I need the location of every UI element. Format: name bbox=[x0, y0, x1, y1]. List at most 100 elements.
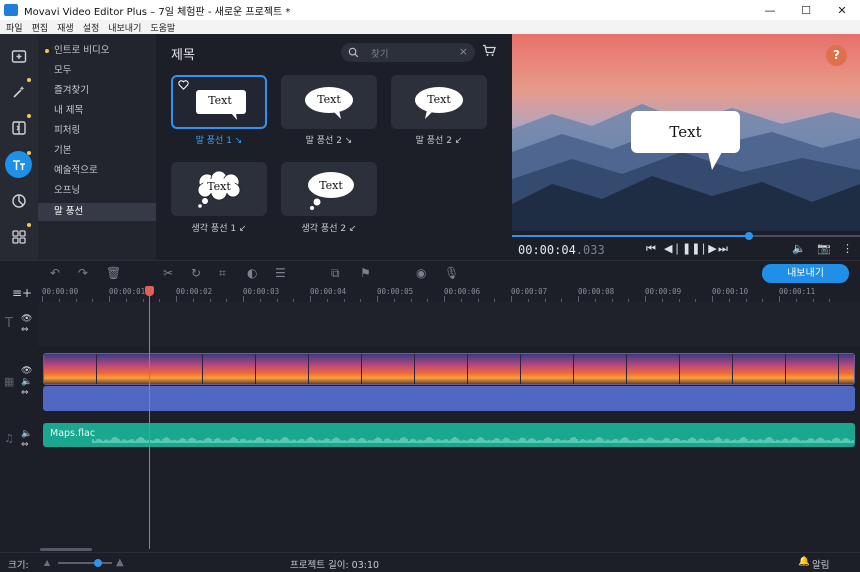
marker-flag-icon[interactable]: ⚑ bbox=[360, 266, 371, 280]
volume-icon[interactable]: 🔈 bbox=[792, 242, 806, 255]
category-artistic[interactable]: 예술적으로 bbox=[38, 162, 156, 180]
ruler-label: 00:00:10 bbox=[712, 287, 749, 296]
more-options-icon[interactable]: ⋮ bbox=[842, 242, 853, 255]
app-icon bbox=[4, 4, 18, 16]
playhead-handle[interactable] bbox=[145, 286, 154, 296]
category-all[interactable]: 모두 bbox=[38, 62, 156, 80]
title-tile-speech-bubble-1[interactable]: Text bbox=[171, 75, 267, 129]
category-my-titles[interactable]: 내 제목 bbox=[38, 102, 156, 120]
favorite-heart-icon[interactable] bbox=[178, 80, 189, 90]
crop-icon[interactable]: ⌗ bbox=[219, 266, 226, 281]
category-basic[interactable]: 기본 bbox=[38, 142, 156, 160]
color-adjust-icon[interactable]: ◐ bbox=[247, 266, 257, 280]
title-tile-speech-bubble-2-left[interactable]: Text bbox=[391, 75, 487, 129]
category-favorites[interactable]: 즐겨찾기 bbox=[38, 82, 156, 100]
record-webcam-icon[interactable]: ◉ bbox=[416, 266, 426, 280]
title-track[interactable] bbox=[38, 302, 860, 347]
menu-playback[interactable]: 재생 bbox=[57, 21, 74, 34]
title-bar: Movavi Video Editor Plus – 7일 체험판 - 새로운 … bbox=[0, 0, 860, 20]
music-clip[interactable]: Maps.flac bbox=[43, 423, 855, 447]
more-tools-button[interactable] bbox=[5, 223, 32, 250]
category-speech-bubbles[interactable]: 말 풍선 bbox=[38, 203, 156, 221]
next-frame-icon[interactable]: ❘▶ bbox=[699, 242, 717, 255]
pause-icon[interactable]: ❚❚ bbox=[682, 242, 700, 255]
zoom-in-icon[interactable]: ▲ bbox=[116, 557, 124, 568]
title-tile-speech-bubble-2-right[interactable]: Text bbox=[281, 75, 377, 129]
preview-bubble-text: Text bbox=[669, 123, 702, 141]
tile-text: Text bbox=[317, 93, 341, 106]
link-icon[interactable]: ⇔ bbox=[21, 325, 29, 335]
zoom-slider-handle[interactable] bbox=[94, 559, 102, 567]
more-tools-icon bbox=[11, 229, 26, 244]
add-track-icon[interactable]: ≡+ bbox=[12, 286, 32, 300]
title-tile-thought-bubble-1[interactable]: Text bbox=[171, 162, 267, 216]
preview-scrubber[interactable] bbox=[512, 232, 860, 240]
music-clip-name: Maps.flac bbox=[50, 428, 96, 439]
filters-button[interactable] bbox=[5, 187, 32, 214]
new-badge bbox=[27, 114, 31, 118]
titles-button[interactable] bbox=[5, 151, 32, 178]
zoom-slider[interactable] bbox=[58, 559, 112, 567]
snapshot-camera-icon[interactable]: 📷 bbox=[817, 242, 831, 255]
skip-to-end-icon[interactable]: ⏭ bbox=[718, 242, 728, 256]
clip-thumbnail bbox=[44, 354, 97, 384]
transitions-button[interactable] bbox=[5, 114, 32, 141]
timeline-ruler[interactable]: ≡+ 00:00:00 00:00:01 00:00:02 00:00:03 0… bbox=[0, 284, 860, 302]
menu-edit[interactable]: 편집 bbox=[32, 21, 49, 34]
timeline-scrollbar[interactable] bbox=[40, 548, 92, 551]
bell-icon[interactable]: 🔔 bbox=[798, 556, 810, 567]
ruler-label: 00:00:04 bbox=[310, 287, 347, 296]
visibility-eye-icon[interactable]: 👁 bbox=[21, 314, 32, 324]
undo-icon[interactable]: ↶ bbox=[50, 266, 60, 280]
clear-search-icon[interactable]: × bbox=[459, 45, 468, 58]
notifications-label[interactable]: 알림 bbox=[812, 557, 829, 571]
mute-speaker-icon[interactable]: 🔈 bbox=[21, 377, 32, 387]
title-tile-thought-bubble-2[interactable]: Text bbox=[281, 162, 377, 216]
title-categories: 인트로 비디오 모두 즐겨찾기 내 제목 피처링 기본 예술적으로 오프닝 말 … bbox=[38, 34, 156, 260]
link-icon[interactable]: ⇔ bbox=[21, 388, 29, 398]
mute-speaker-icon[interactable]: 🔈 bbox=[21, 429, 32, 439]
category-opening[interactable]: 오프닝 bbox=[38, 182, 156, 200]
delete-icon[interactable]: 🗑 bbox=[106, 266, 121, 280]
menu-help[interactable]: 도움말 bbox=[150, 21, 175, 34]
video-clip-audio[interactable] bbox=[43, 386, 855, 411]
scrubber-handle[interactable] bbox=[744, 232, 753, 240]
menu-file[interactable]: 파일 bbox=[6, 21, 23, 34]
ruler-label: 00:00:09 bbox=[645, 287, 682, 296]
previous-frame-icon[interactable]: ◀❘ bbox=[664, 242, 682, 255]
overlay-icon[interactable]: ⧉ bbox=[331, 266, 340, 281]
help-button[interactable]: ? bbox=[826, 45, 847, 66]
clip-thumbnail bbox=[627, 354, 680, 384]
magic-enhance-button[interactable] bbox=[5, 78, 32, 105]
import-button[interactable] bbox=[5, 42, 32, 69]
clip-thumbnail bbox=[309, 354, 362, 384]
search-input[interactable]: 찾기 × bbox=[341, 43, 475, 62]
title-track-icon: T bbox=[5, 316, 13, 331]
microphone-icon[interactable]: 🎙 bbox=[444, 266, 459, 280]
preview-speech-bubble[interactable]: Text bbox=[631, 111, 740, 153]
minimize-button[interactable]: — bbox=[752, 0, 788, 20]
store-cart-icon[interactable] bbox=[482, 44, 496, 57]
menu-export[interactable]: 내보내기 bbox=[108, 21, 141, 34]
link-icon[interactable]: ⇔ bbox=[21, 440, 29, 450]
export-button[interactable]: 내보내기 bbox=[762, 264, 849, 283]
redo-icon[interactable]: ↷ bbox=[78, 266, 88, 280]
category-featured[interactable]: 피처링 bbox=[38, 122, 156, 140]
skip-to-start-icon[interactable]: ⏮ bbox=[646, 242, 656, 256]
cut-icon[interactable]: ✂ bbox=[163, 266, 173, 280]
clip-properties-icon[interactable]: ☰ bbox=[275, 266, 286, 280]
zoom-out-icon[interactable]: ▲ bbox=[44, 558, 50, 567]
title-gallery: 제목 찾기 × Text 말 풍선 1 ↘ Text 말 풍선 2 ↘ Text… bbox=[156, 34, 512, 260]
title-track-header: T 👁 ⇔ bbox=[0, 312, 38, 342]
ruler-label: 00:00:05 bbox=[377, 287, 414, 296]
menu-settings[interactable]: 설정 bbox=[83, 21, 100, 34]
new-badge bbox=[45, 49, 49, 53]
visibility-eye-icon[interactable]: 👁 bbox=[21, 366, 32, 376]
category-intro-video[interactable]: 인트로 비디오 bbox=[38, 42, 156, 60]
tile-text: Text bbox=[208, 94, 232, 107]
rotate-icon[interactable]: ↻ bbox=[191, 266, 201, 280]
close-button[interactable]: ✕ bbox=[824, 0, 860, 20]
clip-thumbnail bbox=[150, 354, 203, 384]
video-clip[interactable] bbox=[43, 353, 855, 385]
maximize-button[interactable]: ☐ bbox=[788, 0, 824, 20]
